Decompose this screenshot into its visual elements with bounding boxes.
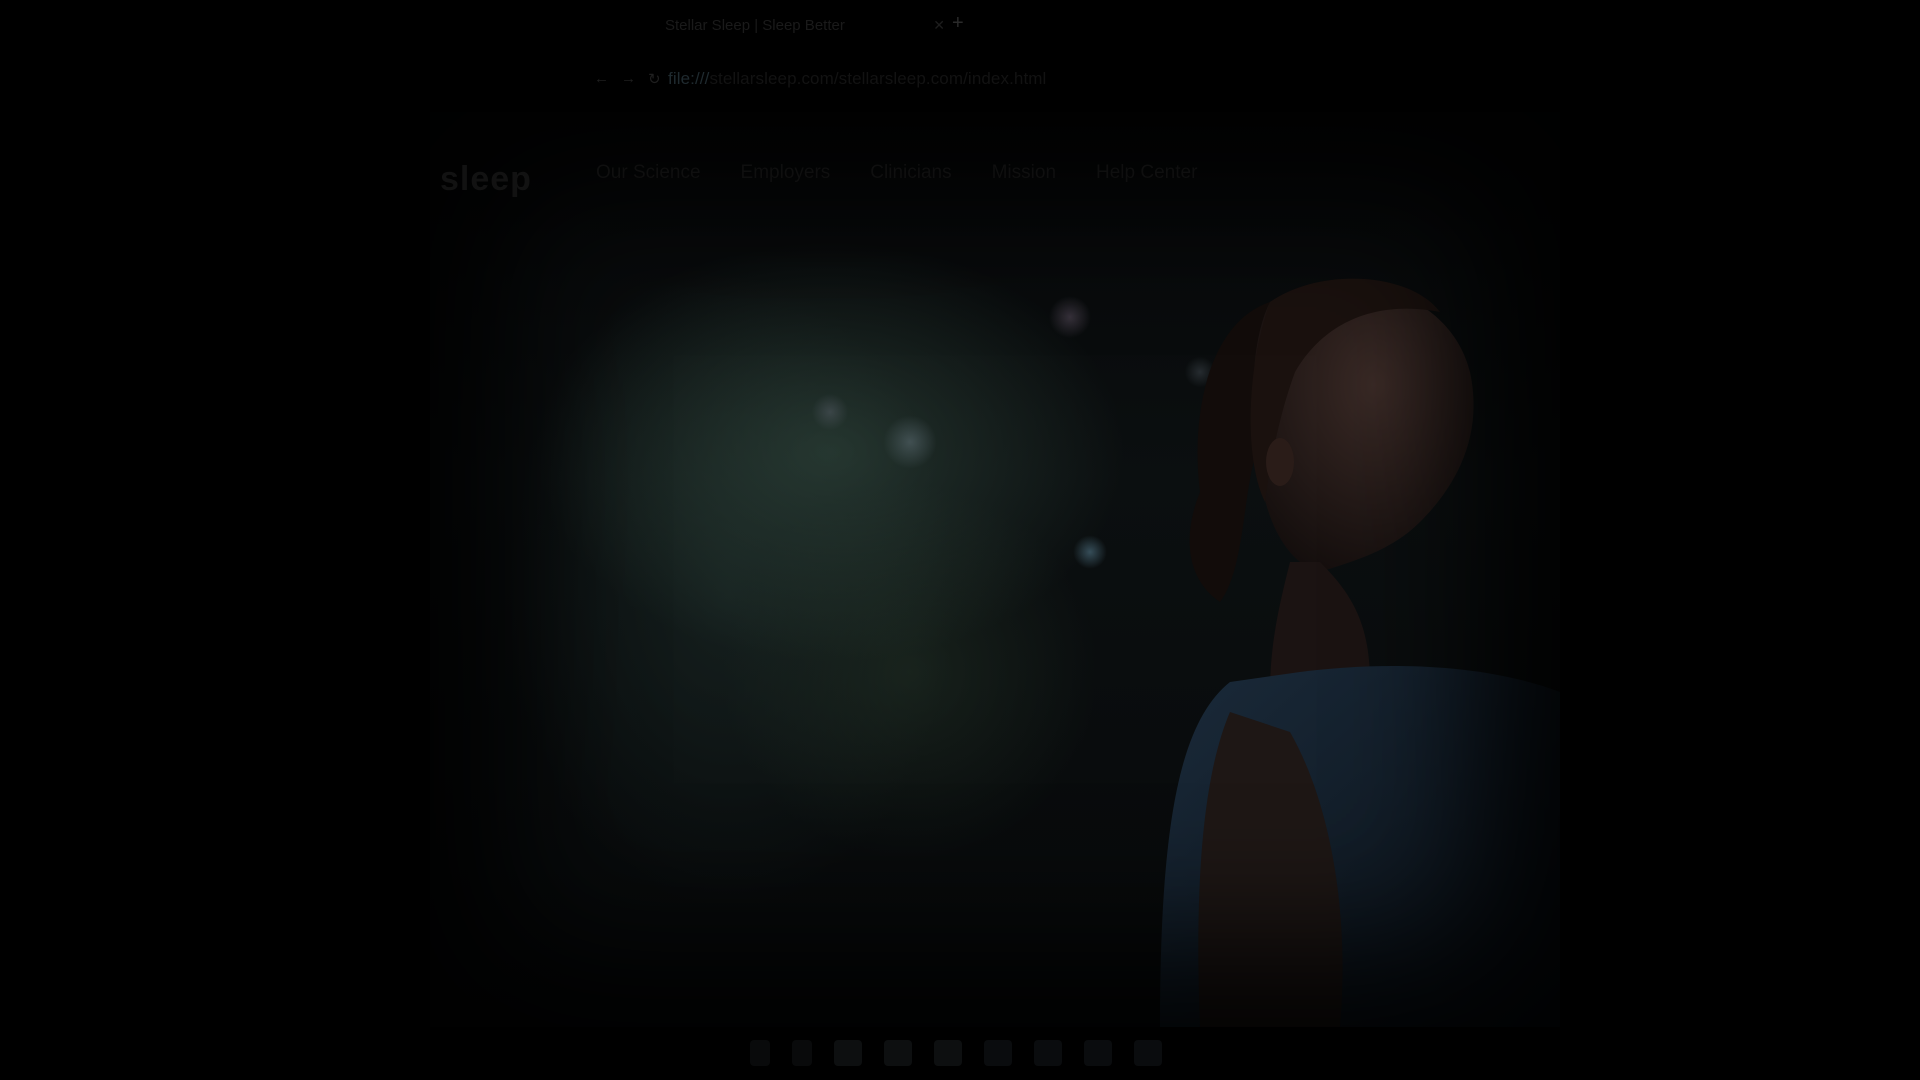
site-logo[interactable]: sleep xyxy=(440,160,532,199)
settings-icon[interactable] xyxy=(984,1040,1012,1066)
woman-silhouette-image xyxy=(1160,278,1560,1027)
nav-link-our-science[interactable]: Our Science xyxy=(596,162,701,184)
browser-tab[interactable]: Stellar Sleep | Sleep Better ✕ xyxy=(655,8,955,42)
forward-icon[interactable]: → xyxy=(621,70,636,88)
terminal-icon[interactable] xyxy=(1084,1040,1112,1066)
tab-title: Stellar Sleep | Sleep Better xyxy=(665,16,845,34)
bell-icon[interactable] xyxy=(792,1040,812,1066)
taskbar-icons xyxy=(750,1040,1162,1066)
taskbar xyxy=(0,1030,1920,1080)
help-icon[interactable] xyxy=(1134,1040,1162,1066)
main-nav: Our Science Employers Clinicians Mission… xyxy=(596,162,1197,184)
tab-close-icon[interactable]: ✕ xyxy=(933,17,945,34)
reload-icon[interactable]: ↻ xyxy=(648,70,661,88)
chat-icon[interactable] xyxy=(1034,1040,1062,1066)
url-host: stellarsleep.com/stellarsleep.com/index.… xyxy=(709,69,1047,88)
nav-link-mission[interactable]: Mission xyxy=(992,162,1056,184)
chevron-up-icon[interactable] xyxy=(750,1040,770,1066)
menu-icon[interactable] xyxy=(1470,162,1500,186)
folder-icon[interactable] xyxy=(884,1040,912,1066)
nav-link-employers[interactable]: Employers xyxy=(741,162,831,184)
url-prefix: file:/// xyxy=(668,69,710,88)
new-tab-icon[interactable]: + xyxy=(952,12,964,35)
browser-tabbar: Stellar Sleep | Sleep Better ✕ + xyxy=(0,0,1920,50)
web-page: sleep Our Science Employers Clinicians M… xyxy=(430,112,1560,1027)
back-icon[interactable]: ← xyxy=(594,70,609,88)
nav-link-help-center[interactable]: Help Center xyxy=(1096,162,1197,184)
nav-link-clinicians[interactable]: Clinicians xyxy=(870,162,951,184)
calendar-icon[interactable] xyxy=(934,1040,962,1066)
address-bar: ← → ↻ file:///stellarsleep.com/stellarsl… xyxy=(0,55,1920,105)
url-field[interactable]: file:///stellarsleep.com/stellarsleep.co… xyxy=(668,69,1046,89)
site-navbar: sleep Our Science Employers Clinicians M… xyxy=(430,112,1560,198)
monitor-icon[interactable] xyxy=(834,1040,862,1066)
